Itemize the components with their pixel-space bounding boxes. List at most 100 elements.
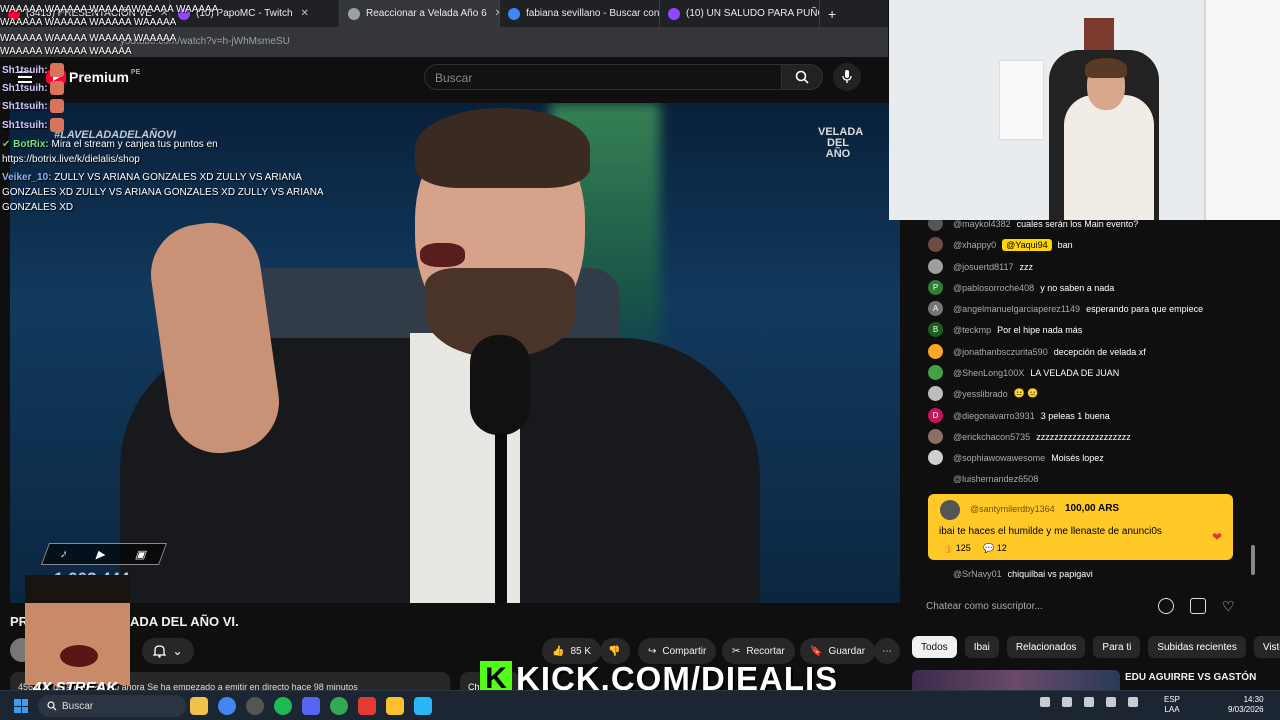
page-tab-icon [348, 7, 360, 20]
recommended-title[interactable]: EDU AGUIRRE VS GASTÓN [1125, 672, 1256, 683]
chat-message: @sophiawowawesome Moisés lopez [928, 450, 1104, 465]
app-tray-icon[interactable] [1106, 697, 1116, 707]
notes-icon[interactable] [414, 697, 432, 715]
avatar [928, 566, 943, 581]
youtube-header: Premium PE Buscar [0, 57, 888, 103]
overlay-chat-user: Sh1tsuih: [2, 101, 48, 112]
mention-chip[interactable]: @Yaqui94 [1002, 238, 1052, 251]
heart-outline-icon[interactable]: ♡ [1222, 598, 1235, 614]
language-indicator[interactable]: ESP LAA [1164, 695, 1180, 715]
recorder-icon[interactable] [358, 697, 376, 715]
chat-scrollbar[interactable] [1251, 545, 1255, 575]
voice-search-button[interactable] [833, 63, 861, 91]
overlay-spam-line: WAAAAA WAAAAA WAAAAA WAAAAA [0, 33, 177, 44]
chrome-icon[interactable] [218, 697, 236, 715]
chat-input[interactable]: Chatear como suscriptor... [926, 596, 1156, 618]
search-input[interactable]: Buscar [424, 64, 782, 90]
clip-label: Recortar [746, 645, 785, 657]
overlay-chat-line: Sh1tsuih: [2, 118, 64, 134]
overlay-chat-line: https://botrix.live/k/dielalis/shop [2, 152, 140, 168]
like-count: 125 [955, 543, 971, 553]
chevron-up-icon[interactable] [1040, 697, 1050, 707]
superchat-author[interactable]: @santymilerdby1364 [970, 504, 1055, 514]
tab-reaccionar[interactable]: Reaccionar a Velada Año 6✕ [340, 0, 500, 27]
warning-app-icon[interactable] [386, 697, 404, 715]
chip-visto[interactable]: Visto [1253, 636, 1280, 658]
more-actions-button[interactable]: ⋯ [874, 638, 900, 664]
chat-author[interactable]: @xhappy0 [953, 240, 996, 250]
chat-author[interactable]: @sophiawowawesome [953, 453, 1045, 463]
share-icon: ↪ [648, 645, 657, 657]
chat-author[interactable]: @yesslibrado [953, 389, 1008, 399]
recommended-thumbnail[interactable] [912, 670, 1120, 690]
chat-author[interactable]: @luishernandez6508 [953, 474, 1038, 484]
clock[interactable]: 14:30 9/03/2026 [1228, 695, 1264, 715]
chat-message: @josuertd8117 zzz [928, 259, 1033, 274]
superchat-likes[interactable]: 👍 125 [942, 543, 971, 554]
chat-author[interactable]: @teckmp [953, 325, 991, 335]
pen-icon[interactable] [1062, 697, 1072, 707]
notifications-button[interactable]: ⌄ [142, 638, 194, 664]
tab-google[interactable]: fabiana sevillano - Buscar con G✕ [500, 0, 660, 27]
tab-label: (10) UN SALUDO PARA PUÑOS [686, 8, 820, 19]
emoji-icon[interactable] [1158, 598, 1174, 614]
chat-author[interactable]: @SrNavy01 [953, 569, 1002, 579]
tab-saludo[interactable]: (10) UN SALUDO PARA PUÑOS✕ [660, 0, 820, 27]
streamer-body [1064, 95, 1154, 220]
bell-icon [153, 645, 167, 658]
chat-author[interactable]: @diegonavarro3931 [953, 411, 1035, 421]
search-button[interactable] [781, 64, 823, 90]
chevron-down-icon: ⌄ [172, 644, 183, 658]
overlay-spam-line: WAAAAA WAAAAA WAAAAA [0, 46, 132, 57]
chip-para-ti[interactable]: Para ti [1093, 636, 1141, 658]
avatar [928, 450, 943, 465]
chat-author[interactable]: @angelmanuelgarciaperez1149 [953, 304, 1080, 314]
taskbar-search[interactable]: Buscar [38, 695, 186, 717]
chat-author[interactable]: @josuertd8117 [953, 262, 1014, 272]
close-icon[interactable]: ✕ [301, 8, 309, 19]
bookmark-icon: 🔖 [810, 645, 823, 657]
chat-author[interactable]: @maykol4382 [953, 220, 1011, 229]
chip-ibai[interactable]: Ibai [964, 636, 999, 658]
github-icon[interactable] [246, 697, 264, 715]
app-tray-icon[interactable] [1084, 697, 1094, 707]
chat-author[interactable]: @jonathanbsczurita590 [953, 347, 1048, 357]
superchat-message[interactable]: @santymilerdby1364 100,00 ARS ibai te ha… [928, 494, 1233, 560]
avatar [928, 237, 943, 252]
microphone-icon [842, 70, 852, 83]
file-explorer-icon[interactable] [190, 697, 208, 715]
superchat-replies[interactable]: 💬 12 [983, 543, 1007, 554]
overlay-chat-line: GONZALES XD ZULLY VS ARIANA GONZALES XD … [2, 185, 324, 201]
scissors-icon: ✂ [732, 645, 741, 657]
chat-author[interactable]: @ShenLong100X [953, 368, 1024, 378]
overlay-spam-line: WAAAAA WAAAAA WAAAAA WAAAAA [0, 17, 177, 28]
chat-message: @ShenLong100X LA VELADA DE JUAN [928, 365, 1119, 380]
chat-text: y no saben a nada [1040, 282, 1115, 293]
new-tab-button[interactable]: + [820, 6, 844, 22]
chrome-alt-icon[interactable] [330, 697, 348, 715]
windows-start-icon[interactable] [14, 699, 28, 713]
chat-message: B @teckmp Por el hipe nada más [928, 322, 1082, 337]
discord-icon[interactable] [302, 697, 320, 715]
super-chat-icon[interactable] [1190, 598, 1206, 614]
streamer-hair [1085, 58, 1127, 78]
superchat-amount: 100,00 ARS [1065, 503, 1120, 514]
chat-author[interactable]: @erickchacon5735 [953, 432, 1030, 442]
youtube-icon: ▶ [94, 548, 108, 561]
avatar: A [928, 301, 943, 316]
emote-icon [49, 118, 64, 133]
spotify-icon[interactable] [274, 697, 292, 715]
chat-text: 3 peleas 1 buena [1040, 410, 1110, 421]
like-count: 85 K [570, 645, 592, 657]
overlay-chat-line: Sh1tsuih: [2, 81, 64, 97]
chat-author[interactable]: @pablosorroche408 [953, 283, 1034, 293]
chip-relacionados[interactable]: Relacionados [1006, 636, 1086, 658]
chip-subidas-recientes[interactable]: Subidas recientes [1148, 636, 1246, 658]
chat-input-actions: ♡ [1158, 598, 1235, 614]
emote-icon [49, 81, 64, 96]
screen: (3413) PRESENTACIÓN VE ✕ (10) PapoMC - Tw… [0, 0, 1280, 720]
chip-todos[interactable]: Todos [912, 636, 957, 658]
tab-label: fabiana sevillano - Buscar con G [526, 8, 660, 19]
chat-message: D @diegonavarro3931 3 peleas 1 buena [928, 408, 1110, 423]
app-tray-icon[interactable] [1128, 697, 1138, 707]
